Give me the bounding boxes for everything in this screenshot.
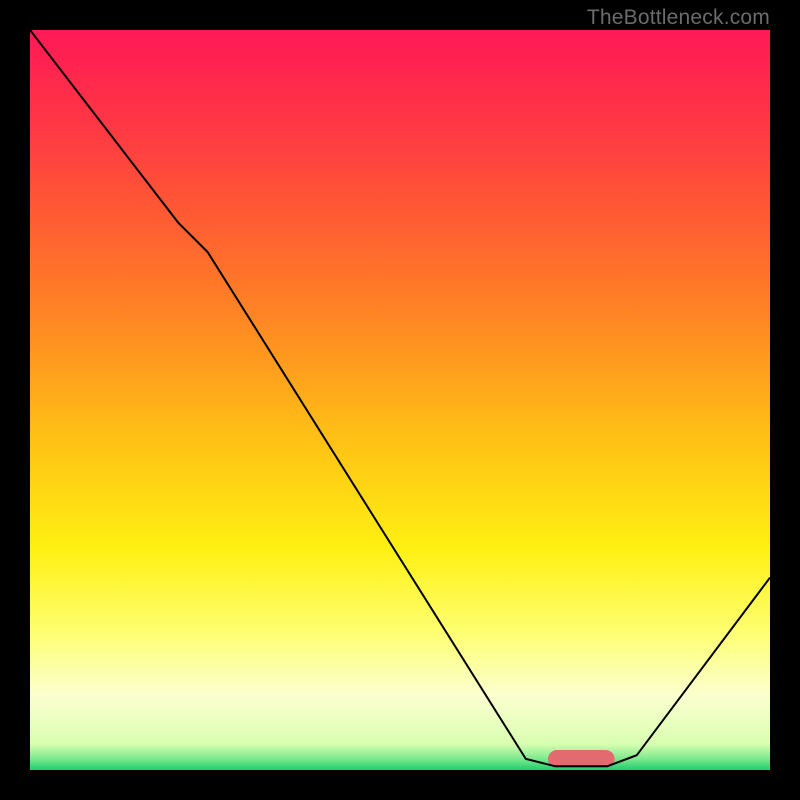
watermark-text: TheBottleneck.com bbox=[587, 6, 770, 30]
chart-background bbox=[30, 30, 770, 770]
chart-svg bbox=[30, 30, 770, 770]
optimal-zone-marker bbox=[548, 750, 615, 768]
bottleneck-chart bbox=[30, 30, 770, 770]
